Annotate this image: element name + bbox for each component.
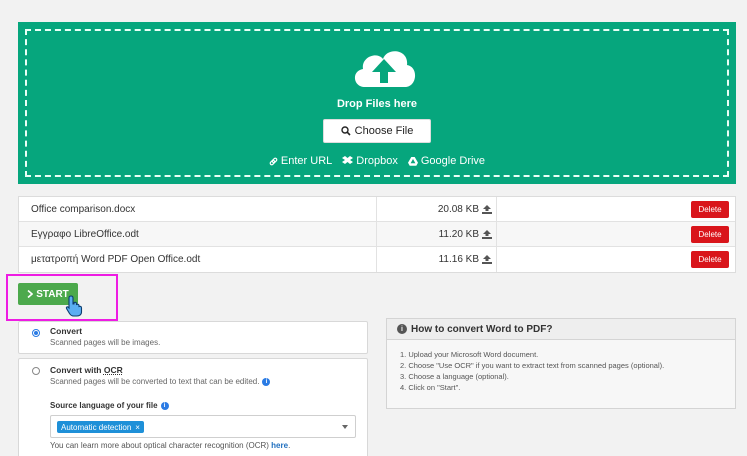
enter-url-link[interactable]: Enter URL [269,155,332,167]
upload-source-links: Enter URL Dropbox Google Drive [27,155,727,167]
chevron-right-icon [27,290,34,298]
search-icon [340,126,351,136]
file-name: Εγγραφο LibreOffice.odt [19,222,377,246]
choose-file-button[interactable]: Choose File [323,119,431,143]
file-delete-cell: Delete [497,247,735,272]
howto-panel: i How to convert Word to PDF? 1. Upload … [386,318,736,409]
language-tag-label: Automatic detection [61,422,132,432]
file-size: 11.20 KB [438,228,479,240]
convert-ocr-radio[interactable] [32,367,40,375]
source-language-select[interactable]: Automatic detection × [50,415,356,438]
dropbox-icon [342,156,354,164]
howto-step: 2. Choose "Use OCR" if you want to extra… [400,361,665,370]
file-delete-cell: Delete [497,197,735,221]
google-drive-label: Google Drive [420,155,486,167]
convert-ocr-option[interactable]: Convert with OCR Scanned pages will be c… [18,358,368,456]
hand-pointer-icon [65,295,83,317]
howto-steps: 1. Upload your Microsoft Word document. … [387,340,735,393]
howto-step: 1. Upload your Microsoft Word document. [400,350,539,359]
howto-header: i How to convert Word to PDF? [387,319,735,340]
chevron-down-icon[interactable] [342,425,348,429]
dropbox-link[interactable]: Dropbox [342,155,398,167]
info-circle-icon: i [397,324,407,334]
file-name: Office comparison.docx [19,197,377,221]
file-size-cell: 20.08 KB [377,197,497,221]
learn-more-link[interactable]: here [271,441,288,450]
convert-subtitle-text: Scanned pages will be images. [50,338,161,347]
file-row: Εγγραφο LibreOffice.odt 11.20 KB Delete [19,222,735,247]
learn-more-text: You can learn more about optical charact… [50,441,272,450]
file-size: 20.08 KB [437,203,479,215]
upload-dropzone[interactable]: Drop Files here Choose File Enter URL Dr… [18,22,736,184]
choose-file-label: Choose File [354,125,414,137]
file-size-cell: 11.16 KB [377,247,497,272]
convert-option[interactable]: Convert Scanned pages will be images. [18,321,368,354]
source-language-label: Source language of your file i [50,401,169,410]
cloud-upload-icon [354,51,416,87]
convert-title: Convert [50,326,83,336]
howto-step: 4. Click on "Start". [400,383,461,392]
language-tag: Automatic detection × [57,421,144,433]
delete-button[interactable]: Delete [691,225,729,243]
info-icon[interactable]: i [160,401,169,410]
info-icon[interactable]: i [262,377,271,386]
howto-title: How to convert Word to PDF? [411,323,553,335]
ocr-abbr: OCR [103,365,123,375]
source-language-text: Source language of your file [50,401,158,410]
enter-url-label: Enter URL [280,155,333,167]
file-row: μετατροπή Word PDF Open Office.odt 11.16… [19,247,735,272]
convert-ocr-subtitle-text: Scanned pages will be converted to text … [50,377,260,386]
ocr-learn-more: You can learn more about optical charact… [50,441,290,450]
convert-ocr-title: Convert with OCR [50,365,123,375]
convert-radio[interactable] [32,329,40,337]
convert-subtitle: Scanned pages will be images. [50,338,160,347]
google-drive-link[interactable]: Google Drive [407,155,486,167]
uploaded-files-table: Office comparison.docx 20.08 KB Delete Ε… [18,196,736,273]
delete-button[interactable]: Delete [691,251,729,268]
link-icon [269,157,278,165]
file-row: Office comparison.docx 20.08 KB Delete [19,197,735,222]
upload-icon [482,229,492,239]
learn-more-end: . [288,441,291,450]
convert-ocr-title-prefix: Convert with [50,365,104,375]
dropbox-label: Dropbox [356,155,398,167]
howto-step: 3. Choose a language (optional). [400,372,509,381]
convert-ocr-subtitle: Scanned pages will be converted to text … [50,377,271,386]
google-drive-icon [407,156,418,166]
tag-close-icon[interactable]: × [135,423,140,432]
file-delete-cell: Delete [497,222,735,246]
file-size: 11.16 KB [438,254,479,265]
upload-icon [482,204,492,214]
file-size-cell: 11.20 KB [377,222,497,246]
delete-button[interactable]: Delete [691,200,729,218]
upload-icon [482,255,492,264]
file-name: μετατροπή Word PDF Open Office.odt [19,247,377,272]
drop-files-text: Drop Files here [336,98,418,110]
dropzone-dashed-border: Drop Files here Choose File Enter URL Dr… [25,29,729,177]
start-label: START [36,288,69,300]
